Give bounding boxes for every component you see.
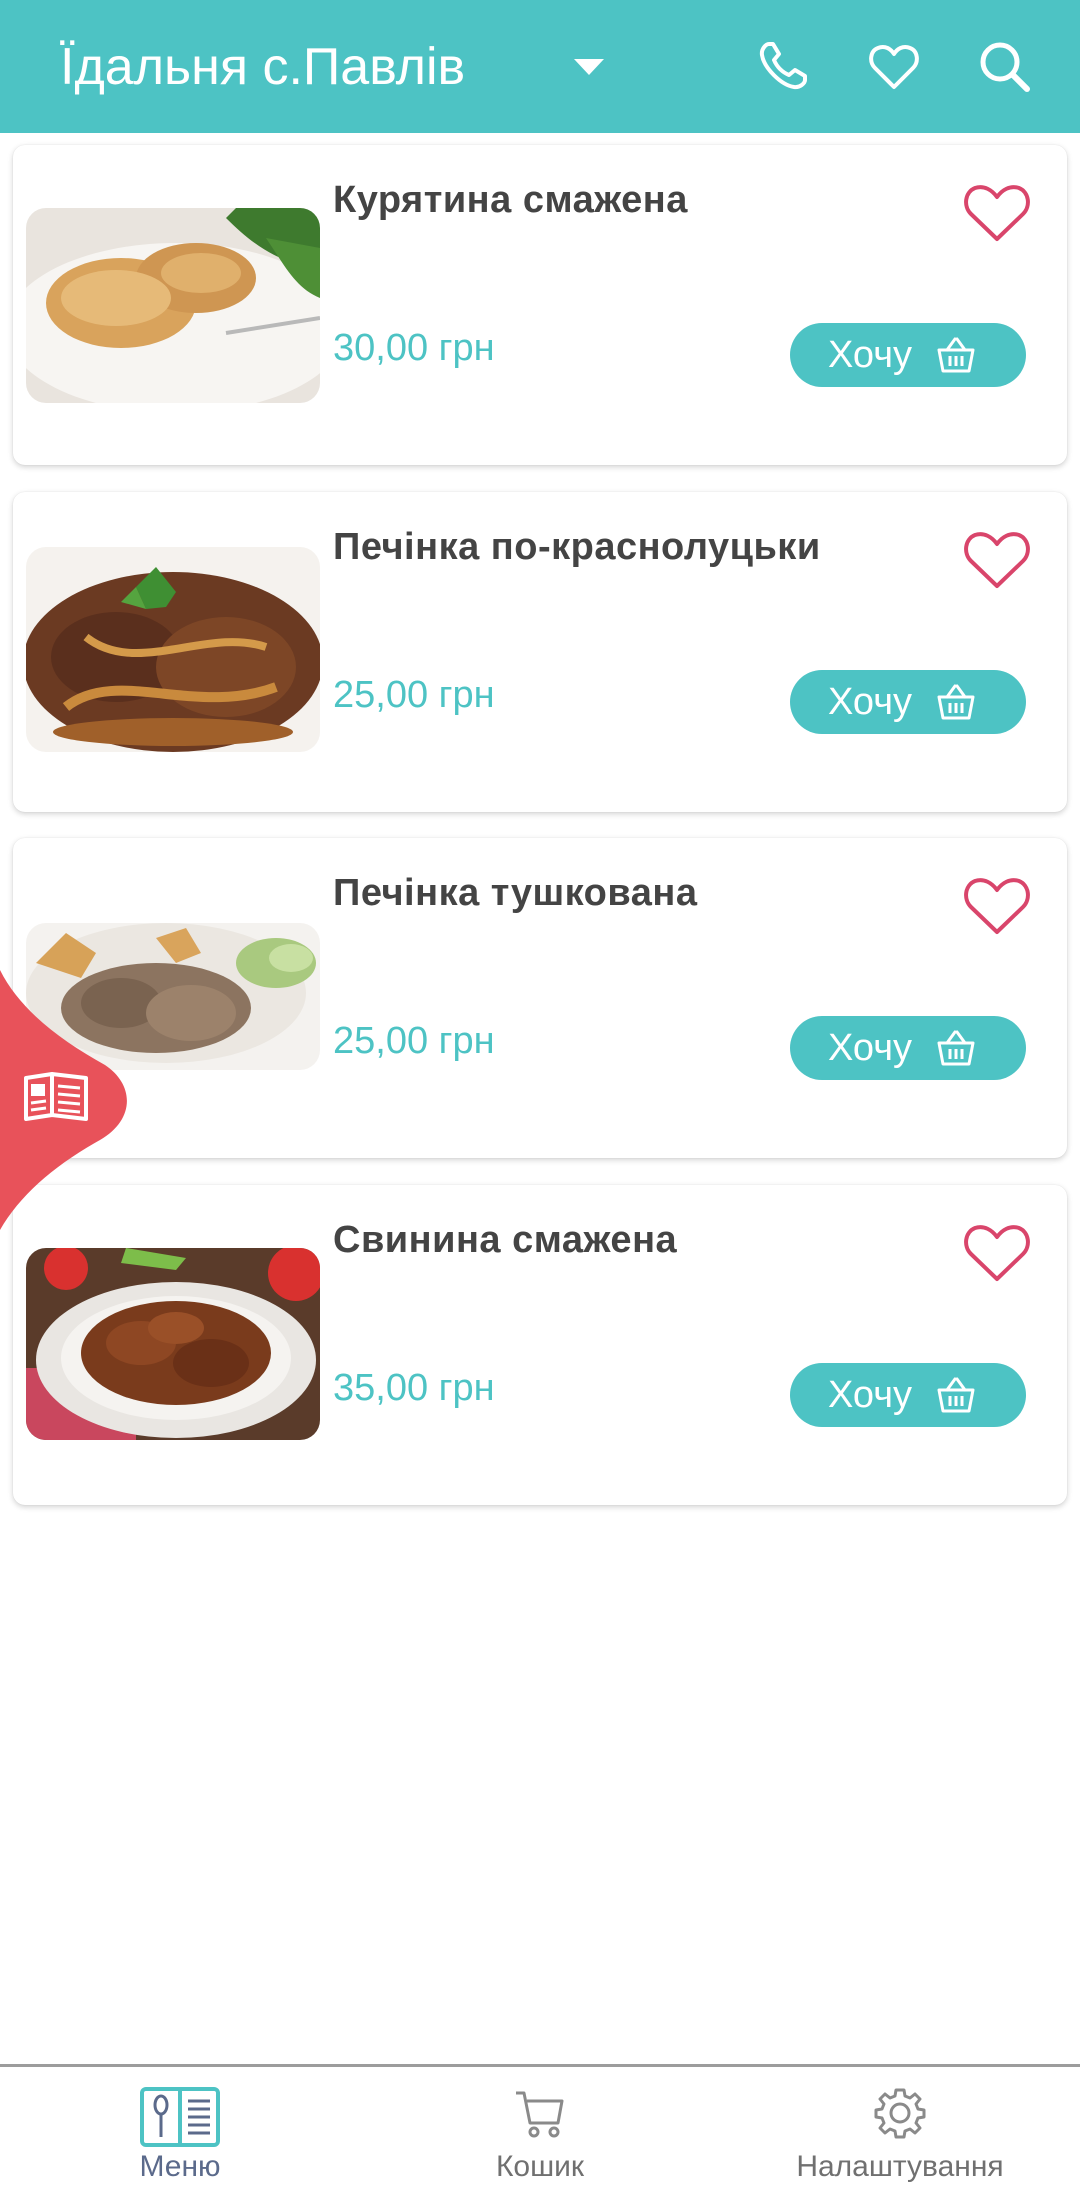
dish-title: Печінка по-краснолуцьки bbox=[333, 526, 821, 568]
favorites-heart-icon[interactable] bbox=[866, 38, 922, 94]
add-to-cart-label: Хочу bbox=[828, 1374, 913, 1416]
menu-item-card[interactable]: Курятина смажена 30,00 грн Хочу bbox=[13, 145, 1067, 465]
dish-title: Печінка тушкована bbox=[333, 872, 698, 914]
nav-settings-tab[interactable]: Налаштування bbox=[770, 2067, 1030, 2195]
add-to-cart-button[interactable]: Хочу bbox=[790, 323, 1026, 387]
gear-icon bbox=[872, 2085, 928, 2146]
chevron-down-icon[interactable] bbox=[572, 55, 606, 79]
nav-cart-label: Кошик bbox=[495, 2150, 585, 2183]
search-icon[interactable] bbox=[976, 38, 1032, 94]
basket-icon bbox=[935, 335, 977, 375]
menu-item-card[interactable]: Свинина смажена 35,00 грн Хочу bbox=[13, 1185, 1067, 1505]
basket-icon bbox=[935, 1028, 977, 1068]
bottom-nav: Меню Кошик Налаштування bbox=[0, 2064, 1080, 2195]
dish-title: Свинина смажена bbox=[333, 1219, 678, 1261]
add-to-cart-label: Хочу bbox=[828, 1027, 913, 1069]
add-to-cart-button[interactable]: Хочу bbox=[790, 670, 1026, 734]
dish-price: 25,00 грн bbox=[333, 674, 495, 716]
menu-item-card[interactable]: Печінка тушкована 25,00 грн Хочу bbox=[13, 838, 1067, 1158]
add-to-cart-button[interactable]: Хочу bbox=[790, 1016, 1026, 1080]
dish-image-liver-krasnolutsk[interactable] bbox=[26, 547, 320, 752]
shopping-cart-icon bbox=[512, 2085, 568, 2146]
add-to-cart-label: Хочу bbox=[828, 334, 913, 376]
nav-menu-tab[interactable]: Меню bbox=[100, 2067, 260, 2195]
favorite-heart-icon[interactable] bbox=[961, 528, 1033, 592]
menu-book-icon bbox=[140, 2085, 220, 2154]
add-to-cart-button[interactable]: Хочу bbox=[790, 1363, 1026, 1427]
dish-price: 25,00 грн bbox=[333, 1020, 495, 1062]
dish-price: 35,00 грн bbox=[333, 1367, 495, 1409]
favorite-heart-icon[interactable] bbox=[961, 874, 1033, 938]
basket-icon bbox=[935, 682, 977, 722]
favorite-heart-icon[interactable] bbox=[961, 1221, 1033, 1285]
app-header: Їдальня с.Павлів bbox=[0, 0, 1080, 133]
catalog-menu-button[interactable] bbox=[0, 970, 130, 1230]
favorite-heart-icon[interactable] bbox=[961, 181, 1033, 245]
nav-menu-label: Меню bbox=[139, 2150, 221, 2183]
basket-icon bbox=[935, 1375, 977, 1415]
add-to-cart-label: Хочу bbox=[828, 681, 913, 723]
phone-icon[interactable] bbox=[755, 38, 811, 94]
dish-image-fried-chicken[interactable] bbox=[26, 208, 320, 403]
dish-price: 30,00 грн bbox=[333, 327, 495, 369]
dish-title: Курятина смажена bbox=[333, 179, 688, 221]
canteen-selector[interactable]: Їдальня с.Павлів bbox=[60, 36, 465, 98]
nav-settings-label: Налаштування bbox=[796, 2150, 1004, 2183]
menu-item-card[interactable]: Печінка по-краснолуцьки 25,00 грн Хочу bbox=[13, 492, 1067, 812]
dish-image-fried-pork[interactable] bbox=[26, 1248, 320, 1440]
nav-cart-tab[interactable]: Кошик bbox=[460, 2067, 620, 2195]
app-screen: Їдальня с.Павлів Курятина смажена 30,00 … bbox=[0, 0, 1080, 2195]
